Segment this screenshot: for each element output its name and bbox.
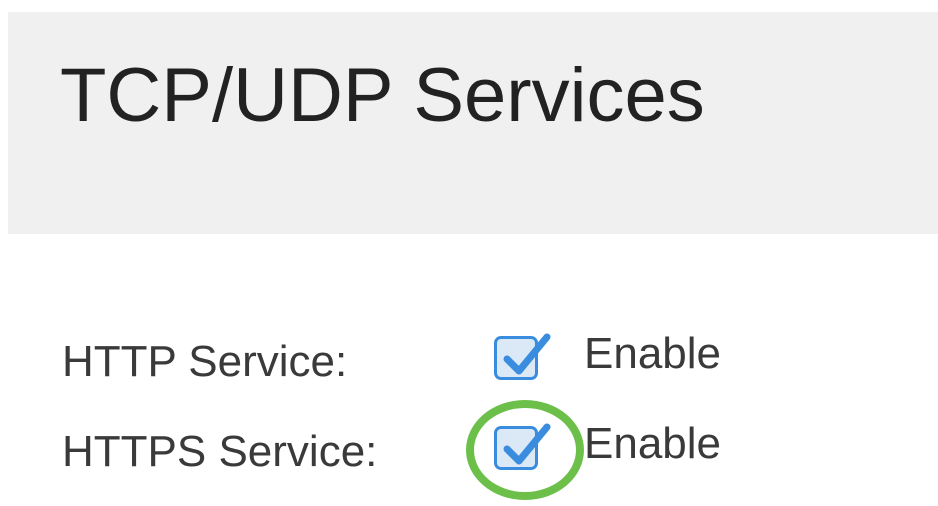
checkmark-icon xyxy=(503,333,551,375)
https-service-label: HTTPS Service: xyxy=(62,427,378,476)
page-header: TCP/UDP Services xyxy=(8,12,938,234)
page-title: TCP/UDP Services xyxy=(60,53,705,138)
checkmark-icon xyxy=(503,423,551,465)
https-service-enable-label[interactable]: Enable xyxy=(584,422,721,466)
https-service-row: HTTPS Service: Enable xyxy=(0,400,938,500)
http-service-enable-label[interactable]: Enable xyxy=(584,332,721,376)
http-service-enable-checkbox[interactable] xyxy=(494,333,551,380)
http-service-row: HTTP Service: Enable xyxy=(0,328,938,388)
tcp-udp-services-page: TCP/UDP Services HTTP Service: Enable HT… xyxy=(0,0,938,506)
https-service-enable-checkbox[interactable] xyxy=(494,423,551,470)
http-service-label: HTTP Service: xyxy=(62,337,348,386)
